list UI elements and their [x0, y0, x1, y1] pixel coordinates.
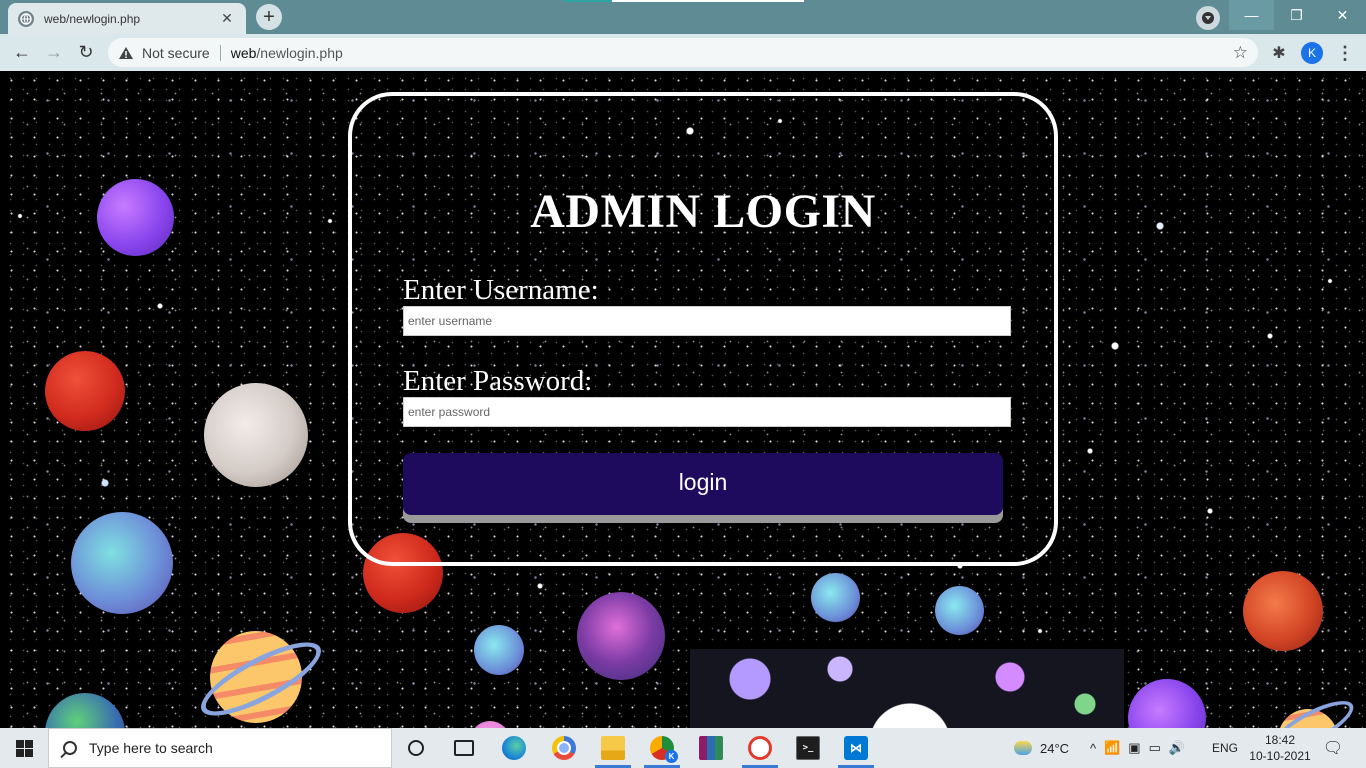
login-card: ADMIN LOGIN Enter Username: Enter Passwo… [348, 92, 1058, 566]
cortana-button[interactable] [392, 728, 440, 768]
tab-progress-indicator [612, 0, 804, 2]
browser-tab[interactable]: web/newlogin.php ✕ [8, 3, 246, 34]
tray-chevron-icon[interactable]: ^ [1090, 741, 1096, 756]
cortana-icon [408, 740, 424, 756]
taskbar-app-chrome-profile[interactable]: K [638, 728, 686, 768]
volume-icon[interactable]: 🔊 [1169, 740, 1185, 756]
chevron-down-icon [1202, 12, 1214, 24]
edge-icon [502, 736, 526, 760]
browser-menu-icon[interactable]: ⋮ [1334, 42, 1356, 64]
system-tray: ^ 📶 ▣ ▭ 🔊 [1090, 728, 1185, 768]
weather-icon [1014, 741, 1032, 755]
tab-title: web/newlogin.php [44, 11, 141, 26]
moon-decoration [204, 383, 308, 487]
planet-earth-decoration [45, 693, 125, 728]
taskbar-app-terminal[interactable]: >_ [784, 728, 832, 768]
password-label: Enter Password: [403, 365, 593, 397]
clock[interactable]: 18:42 10-10-2021 [1248, 728, 1312, 768]
saturn-ring-decoration [1266, 691, 1360, 728]
new-tab-button[interactable]: + [256, 4, 282, 30]
search-icon [63, 741, 77, 755]
paint-icon [748, 736, 772, 760]
taskbar-app-chrome[interactable] [540, 728, 588, 768]
planet-red-decoration [45, 351, 125, 431]
back-button[interactable]: ← [8, 38, 36, 66]
password-input[interactable] [403, 397, 1011, 427]
window-maximize-button[interactable]: ❐ [1274, 0, 1319, 30]
globe-icon [18, 10, 34, 27]
address-bar[interactable]: Not secure web /newlogin.php ☆ [108, 38, 1258, 67]
taskbar-app-file-explorer[interactable] [589, 728, 637, 768]
space-photo-decoration [690, 649, 1124, 728]
login-button[interactable]: login [403, 453, 1003, 515]
taskbar-app-vscode[interactable]: ⋈ [832, 728, 880, 768]
url-path: /newlogin.php [256, 44, 343, 61]
wifi-icon[interactable]: 📶 [1104, 740, 1120, 756]
task-view-icon [454, 740, 474, 756]
planet-small-teal-decoration [935, 586, 984, 635]
winrar-icon [699, 736, 723, 760]
profile-avatar[interactable]: K [1301, 42, 1323, 64]
taskbar-app-paint[interactable] [736, 728, 784, 768]
planet-nebula-decoration [577, 592, 665, 680]
file-explorer-icon [601, 736, 625, 760]
planet-small-teal-decoration [474, 625, 524, 675]
page-viewport: ADMIN LOGIN Enter Username: Enter Passwo… [0, 71, 1366, 728]
start-button[interactable] [0, 728, 48, 768]
chrome-profile-icon: K [650, 736, 678, 763]
windows-logo-icon [15, 739, 33, 757]
reload-button[interactable]: ↻ [72, 38, 100, 66]
planet-pink-decoration [470, 721, 510, 728]
window-minimize-button[interactable]: — [1229, 0, 1274, 30]
vscode-icon: ⋈ [844, 736, 868, 760]
browser-tab-strip: web/newlogin.php ✕ + — ❐ ✕ [0, 0, 1366, 34]
notification-icon[interactable]: 🗨 [1318, 728, 1348, 768]
terminal-icon: >_ [796, 736, 820, 760]
profile-badge: K [665, 750, 678, 763]
warning-icon[interactable] [118, 46, 134, 60]
battery-icon[interactable]: ▭ [1149, 740, 1161, 756]
taskbar-search-box[interactable]: Type here to search [48, 728, 392, 768]
browser-toolbar: ← → ↻ Not secure web /newlogin.php ☆ [0, 34, 1366, 71]
security-status[interactable]: Not secure [142, 44, 221, 61]
tab-loading-indicator [564, 0, 612, 2]
bookmark-star-icon[interactable]: ☆ [1233, 43, 1248, 63]
weather-widget[interactable]: 24°C [1014, 728, 1069, 768]
forward-button[interactable]: → [40, 38, 68, 66]
task-view-button[interactable] [440, 728, 488, 768]
planet-small-teal-decoration [811, 573, 860, 622]
tab-search-button[interactable] [1196, 6, 1220, 30]
taskbar-app-winrar[interactable] [687, 728, 735, 768]
search-placeholder: Type here to search [89, 740, 213, 756]
username-label: Enter Username: [403, 274, 599, 306]
username-input[interactable] [403, 306, 1011, 336]
chrome-icon [552, 736, 576, 760]
planet-purple-decoration [1128, 679, 1206, 728]
extensions-puzzle-icon[interactable]: ✱ [1268, 42, 1290, 64]
page-title: ADMIN LOGIN [530, 185, 876, 238]
weather-temperature: 24°C [1040, 740, 1070, 756]
meet-icon[interactable]: ▣ [1128, 740, 1140, 756]
clock-time: 18:42 [1264, 733, 1296, 747]
url-host: web [230, 44, 257, 61]
planet-purple-decoration [97, 179, 174, 256]
language-indicator[interactable]: ENG [1212, 728, 1238, 768]
planet-orange-decoration [1243, 571, 1323, 651]
tab-close-icon[interactable]: ✕ [218, 10, 236, 28]
taskbar-app-edge[interactable] [490, 728, 538, 768]
clock-date: 10-10-2021 [1249, 749, 1311, 763]
planet-teal-decoration [71, 512, 173, 614]
window-close-button[interactable]: ✕ [1320, 0, 1365, 30]
windows-taskbar: Type here to search K >_ ⋈ 24°C ^ 📶 ▣ ▭ … [0, 728, 1366, 768]
